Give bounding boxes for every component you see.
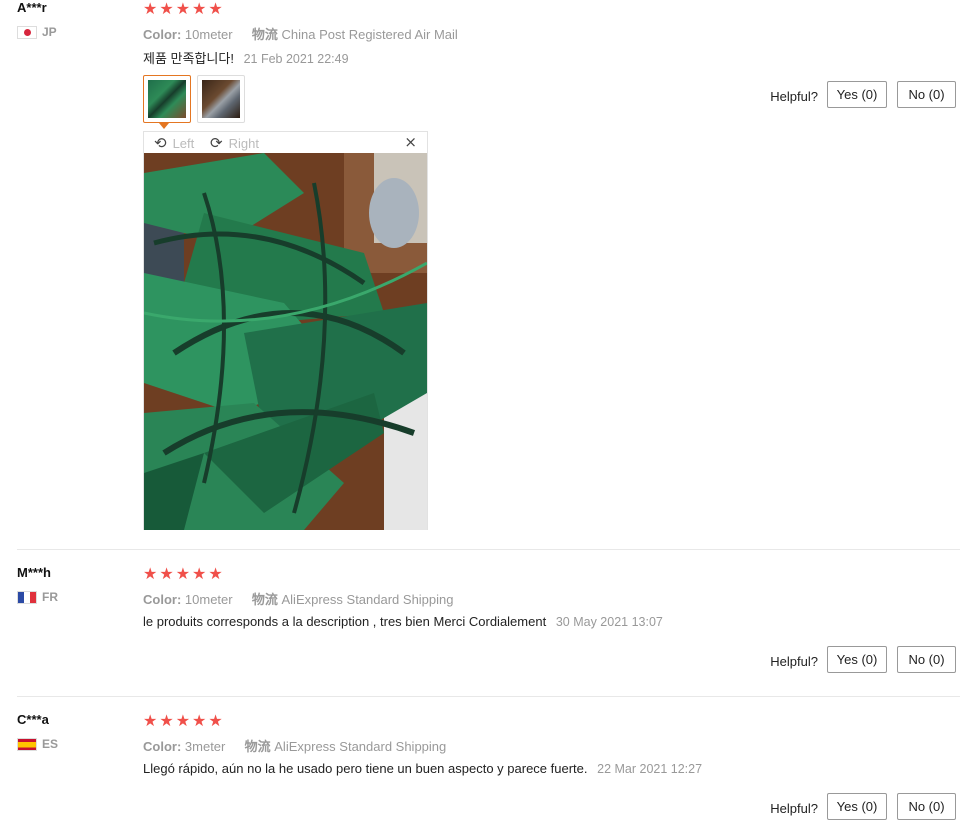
photo-viewer-toolbar: ⟲ Left ⟳ Right ×: [144, 132, 427, 153]
rating-stars: ★ ★ ★ ★ ★: [143, 566, 223, 582]
color-value: 10meter: [184, 592, 233, 607]
review-meta: Color: 10meter 物流 China Post Registered …: [143, 24, 458, 43]
reviewer-name: A***r: [17, 0, 47, 15]
rotate-right-button[interactable]: ⟳ Right: [210, 134, 259, 152]
star-icon: ★: [159, 564, 174, 583]
shipping-value: AliExpress Standard Shipping: [274, 739, 447, 754]
reviewer-country: JP: [17, 25, 57, 39]
reviewer-name: C***a: [17, 712, 49, 727]
shipping-label: 物流: [244, 739, 271, 754]
shipping-value: China Post Registered Air Mail: [281, 27, 458, 42]
color-value: 10meter: [184, 27, 233, 42]
review-date: 21 Feb 2021 22:49: [243, 52, 349, 66]
close-icon[interactable]: ×: [404, 133, 417, 151]
helpful-yes-button[interactable]: Yes (0): [827, 81, 887, 108]
photo-viewer: ⟲ Left ⟳ Right ×: [143, 131, 428, 530]
review-photo-large: [144, 153, 427, 530]
review-date: 22 Mar 2021 12:27: [597, 762, 703, 776]
review-divider: [17, 549, 960, 550]
review-text: le produits corresponds a la description…: [143, 614, 547, 629]
star-icon: ★: [143, 711, 158, 730]
color-label: Color:: [143, 27, 182, 42]
reviewer-country: ES: [17, 737, 58, 751]
review-text: 제품 만족합니다!: [143, 51, 234, 66]
helpful-label: Helpful?: [770, 801, 818, 816]
photo-thumbnail: [202, 80, 240, 118]
star-icon: ★: [159, 711, 174, 730]
helpful-yes-button[interactable]: Yes (0): [827, 793, 887, 820]
star-icon: ★: [208, 711, 223, 730]
rating-stars: ★ ★ ★ ★ ★: [143, 713, 223, 729]
star-icon: ★: [159, 0, 174, 18]
shipping-label: 物流: [251, 27, 278, 42]
shipping-value: AliExpress Standard Shipping: [281, 592, 454, 607]
rotate-right-label: Right: [228, 135, 259, 151]
review-content: 제품 만족합니다! 21 Feb 2021 22:49: [143, 48, 349, 67]
helpful-no-button[interactable]: No (0): [897, 646, 956, 673]
helpful-label: Helpful?: [770, 654, 818, 669]
review-text: Llegó rápido, aún no la he usado pero ti…: [143, 761, 588, 776]
review-photo-thumb[interactable]: [143, 75, 191, 123]
star-icon: ★: [175, 564, 191, 583]
rotate-right-icon: ⟳: [210, 134, 223, 152]
color-label: Color:: [143, 739, 182, 754]
review-divider: [17, 696, 960, 697]
star-icon: ★: [143, 564, 158, 583]
shipping-label: 物流: [251, 592, 278, 607]
helpful-no-button[interactable]: No (0): [897, 793, 956, 820]
reviewer-country: FR: [17, 590, 58, 604]
star-icon: ★: [175, 711, 191, 730]
helpful-no-button[interactable]: No (0): [897, 81, 956, 108]
review-content: le produits corresponds a la description…: [143, 614, 663, 629]
photo-thumbnail: [148, 80, 186, 118]
country-code: FR: [42, 590, 58, 604]
review-meta: Color: 10meter 物流 AliExpress Standard Sh…: [143, 589, 454, 608]
rotate-left-button[interactable]: ⟲ Left: [154, 134, 194, 152]
star-icon: ★: [208, 0, 223, 18]
helpful-label: Helpful?: [770, 89, 818, 104]
color-label: Color:: [143, 592, 182, 607]
star-icon: ★: [192, 564, 207, 583]
star-icon: ★: [192, 0, 207, 18]
flag-jp-icon: [17, 25, 37, 39]
rotate-left-icon: ⟲: [154, 134, 167, 152]
rating-stars: ★ ★ ★ ★ ★: [143, 1, 223, 17]
star-icon: ★: [175, 0, 191, 18]
photo-illustration: [144, 153, 427, 530]
review-photo-thumb[interactable]: [197, 75, 245, 123]
star-icon: ★: [192, 711, 207, 730]
reviewer-name: M***h: [17, 565, 51, 580]
review-meta: Color: 3meter 物流 AliExpress Standard Shi…: [143, 736, 446, 755]
review-date: 30 May 2021 13:07: [555, 615, 663, 629]
flag-es-icon: [17, 737, 37, 751]
country-code: ES: [42, 737, 59, 751]
active-thumb-caret: [159, 123, 169, 129]
flag-fr-icon: [17, 590, 37, 604]
review-content: Llegó rápido, aún no la he usado pero ti…: [143, 761, 702, 776]
star-icon: ★: [208, 564, 223, 583]
color-value: 3meter: [184, 739, 226, 754]
country-code: JP: [42, 25, 57, 39]
rotate-left-label: Left: [172, 135, 195, 151]
helpful-yes-button[interactable]: Yes (0): [827, 646, 887, 673]
star-icon: ★: [143, 0, 158, 18]
